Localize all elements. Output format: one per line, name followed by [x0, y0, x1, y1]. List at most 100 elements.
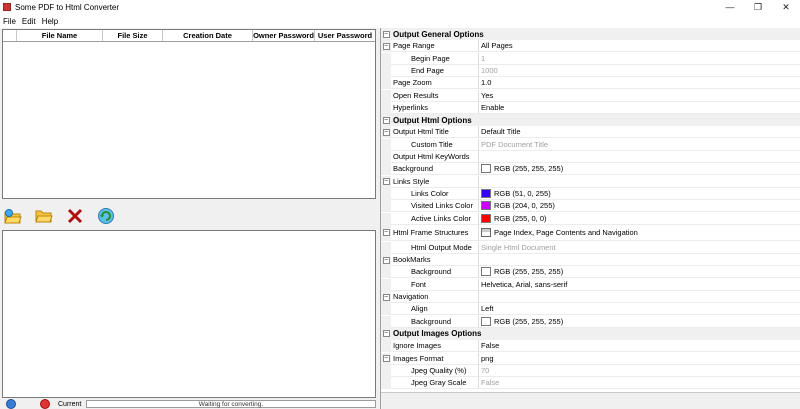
row-gutter: −	[381, 327, 391, 340]
property-name: Hyperlinks	[391, 101, 479, 114]
property-page-zoom[interactable]: Page Zoom 1.0	[381, 77, 800, 90]
property-value[interactable]: 1.0	[479, 77, 800, 90]
property-name: Output Html KeyWords	[391, 151, 479, 163]
property-value[interactable]	[479, 291, 800, 303]
remove-button[interactable]	[64, 206, 86, 226]
refresh-button[interactable]	[95, 206, 117, 226]
category-output-html-options[interactable]: − Output Html Options	[381, 114, 800, 127]
collapse-icon[interactable]: −	[382, 42, 390, 50]
property-ignore-images[interactable]: Ignore Images False	[381, 340, 800, 353]
property-links-color[interactable]: Links Color RGB (51, 0, 255)	[381, 187, 800, 200]
start-icon[interactable]	[6, 399, 16, 409]
category-output-general-options[interactable]: − Output General Options	[381, 28, 800, 40]
color-swatch	[481, 164, 491, 174]
property-value[interactable]: RGB (255, 255, 255)	[479, 266, 800, 279]
collapse-icon[interactable]: −	[382, 128, 390, 136]
property-value: 1	[479, 53, 800, 65]
property-value[interactable]: RGB (51, 0, 255)	[479, 188, 800, 200]
property-value[interactable]: Helvetica, Arial, sans-serif	[479, 279, 800, 291]
row-gutter	[381, 266, 391, 279]
column-creation-date[interactable]: Creation Date	[163, 30, 253, 41]
property-background[interactable]: Background RGB (255, 255, 255)	[381, 163, 800, 176]
property-navigation[interactable]: − Navigation	[381, 291, 800, 303]
property-jpeg-gray-scale[interactable]: Jpeg Gray Scale False	[381, 377, 800, 390]
property-value[interactable]	[479, 176, 800, 188]
row-gutter	[381, 303, 391, 316]
property-name: Output Html Title	[391, 126, 479, 139]
property-links-style[interactable]: − Links Style	[381, 175, 800, 188]
collapse-icon[interactable]: −	[382, 355, 390, 362]
property-page-range[interactable]: − Page Range All Pages	[381, 40, 800, 53]
file-list[interactable]: File Name File Size Creation Date Owner …	[2, 29, 376, 199]
collapse-icon[interactable]: −	[382, 116, 390, 124]
column-file-name[interactable]: File Name	[17, 30, 103, 41]
log-area[interactable]	[2, 230, 376, 398]
property-name: Background	[391, 163, 479, 176]
property-value[interactable]	[479, 151, 800, 163]
add-files-button[interactable]	[2, 206, 24, 226]
property-output-html-title[interactable]: − Output Html Title Default Title	[381, 126, 800, 139]
property-value[interactable]: Default Title	[479, 126, 800, 139]
property-value[interactable]	[479, 254, 800, 267]
property-value-text: Left	[481, 304, 494, 314]
window-controls: — ❐ ✕	[716, 0, 800, 14]
collapse-icon[interactable]: −	[382, 30, 390, 38]
property-jpeg-quality-[interactable]: Jpeg Quality (%) 70	[381, 364, 800, 377]
row-gutter: −	[381, 352, 391, 365]
minimize-button[interactable]: —	[716, 0, 744, 14]
property-begin-page[interactable]: Begin Page 1	[381, 52, 800, 65]
menu-file[interactable]: File	[3, 17, 16, 26]
menu-help[interactable]: Help	[42, 17, 58, 26]
collapse-icon[interactable]: −	[382, 330, 390, 338]
property-value[interactable]: RGB (255, 255, 255)	[479, 163, 800, 176]
property-background[interactable]: Background RGB (255, 255, 255)	[381, 315, 800, 328]
property-name: Open Results	[391, 89, 479, 102]
options-property-grid: − Output General Options − Page Range All Pa…	[380, 28, 800, 409]
property-output-html-keywords[interactable]: Output Html KeyWords	[381, 151, 800, 163]
property-value-text: Page Index, Page Contents and Navigation	[494, 227, 638, 237]
column-user-password[interactable]: User Password	[315, 30, 375, 41]
collapse-icon[interactable]: −	[382, 229, 390, 237]
property-font[interactable]: Font Helvetica, Arial, sans-serif	[381, 278, 800, 291]
title-bar: Some PDF to Html Converter — ❐ ✕	[0, 0, 800, 14]
property-value[interactable]: Page Index, Page Contents and Navigation	[479, 225, 800, 241]
column-owner-password[interactable]: Owner Password	[253, 30, 315, 41]
close-button[interactable]: ✕	[772, 0, 800, 14]
property-value[interactable]: Left	[479, 303, 800, 316]
category-output-images-options[interactable]: − Output Images Options	[381, 327, 800, 340]
property-value[interactable]: Yes	[479, 90, 800, 102]
property-images-format[interactable]: − Images Format png	[381, 352, 800, 365]
collapse-icon[interactable]: −	[382, 178, 390, 186]
menu-edit[interactable]: Edit	[22, 17, 36, 26]
property-hyperlinks[interactable]: Hyperlinks Enable	[381, 101, 800, 114]
menu-bar: File Edit Help	[0, 14, 800, 28]
property-bookmarks[interactable]: − BookMarks	[381, 254, 800, 267]
property-custom-title[interactable]: Custom Title PDF Document Title	[381, 138, 800, 151]
property-value[interactable]: Enable	[479, 102, 800, 114]
row-gutter	[381, 364, 391, 377]
stop-icon[interactable]	[40, 399, 50, 409]
property-align[interactable]: Align Left	[381, 303, 800, 316]
property-active-links-color[interactable]: Active Links Color RGB (255, 0, 0)	[381, 212, 800, 225]
property-value[interactable]: png	[479, 353, 800, 365]
property-open-results[interactable]: Open Results Yes	[381, 89, 800, 102]
collapse-icon[interactable]: −	[382, 293, 390, 301]
property-value[interactable]: RGB (255, 255, 255)	[479, 316, 800, 328]
property-visited-links-color[interactable]: Visited Links Color RGB (204, 0, 255)	[381, 200, 800, 213]
property-value[interactable]: RGB (255, 0, 0)	[479, 213, 800, 225]
property-html-output-mode[interactable]: Html Output Mode Single Html Document	[381, 241, 800, 254]
maximize-button[interactable]: ❐	[744, 0, 772, 14]
property-value[interactable]: All Pages	[479, 40, 800, 53]
property-value[interactable]: False	[479, 340, 800, 353]
row-gutter	[381, 241, 391, 254]
property-value-text: Enable	[481, 102, 505, 112]
app-icon	[3, 3, 11, 11]
column-file-size[interactable]: File Size	[103, 30, 163, 41]
collapse-icon[interactable]: −	[382, 256, 390, 264]
property-background[interactable]: Background RGB (255, 255, 255)	[381, 266, 800, 279]
property-html-frame-structures[interactable]: − Html Frame Structures Page Index, Page C…	[381, 224, 800, 241]
add-folder-button[interactable]	[33, 206, 55, 226]
property-end-page[interactable]: End Page 1000	[381, 64, 800, 77]
property-value: False	[479, 377, 800, 390]
property-value[interactable]: RGB (204, 0, 255)	[479, 200, 800, 213]
